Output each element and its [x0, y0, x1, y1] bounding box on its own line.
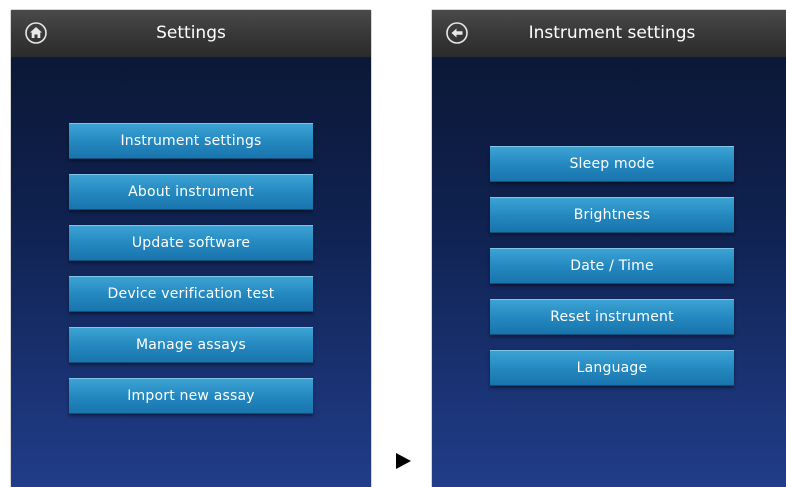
play-arrow-icon [396, 453, 411, 469]
language-button[interactable]: Language [490, 350, 734, 386]
about-instrument-button[interactable]: About instrument [69, 174, 313, 210]
update-software-button[interactable]: Update software [69, 225, 313, 261]
page-title: Instrument settings [528, 23, 696, 43]
header-bar: Settings [11, 10, 371, 58]
date-time-button[interactable]: Date / Time [490, 248, 734, 284]
instrument-settings-screen: Instrument settings Sleep mode Brightnes… [432, 10, 786, 487]
page-title: Settings [156, 23, 226, 43]
brightness-button[interactable]: Brightness [490, 197, 734, 233]
home-icon[interactable] [25, 22, 47, 44]
device-verification-test-button[interactable]: Device verification test [69, 276, 313, 312]
manage-assays-button[interactable]: Manage assays [69, 327, 313, 363]
sleep-mode-button[interactable]: Sleep mode [490, 146, 734, 182]
reset-instrument-button[interactable]: Reset instrument [490, 299, 734, 335]
back-arrow-icon[interactable] [446, 22, 468, 44]
import-new-assay-button[interactable]: Import new assay [69, 378, 313, 414]
header-bar: Instrument settings [432, 10, 786, 58]
instrument-settings-button[interactable]: Instrument settings [69, 123, 313, 159]
settings-screen: Settings Instrument settings About instr… [11, 10, 371, 487]
